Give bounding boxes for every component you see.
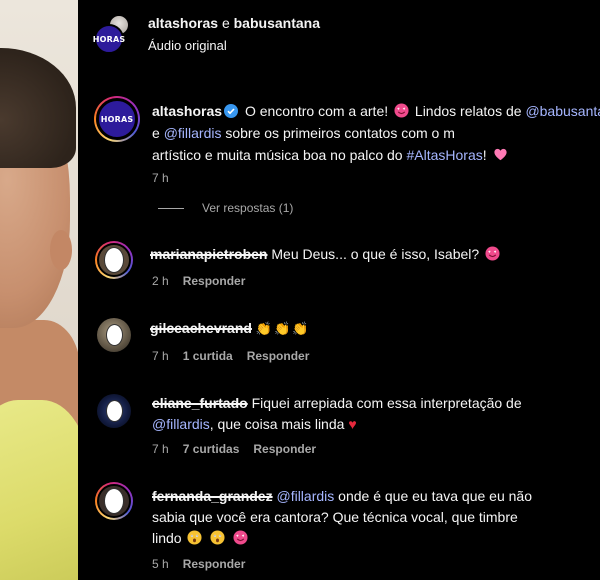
view-replies-label: Ver respostas (1)	[202, 201, 294, 215]
comment-username[interactable]: fernanda_grandez	[152, 488, 273, 504]
author-link[interactable]: altashoras	[148, 15, 218, 31]
comment-text: lindo	[152, 530, 182, 546]
comment-body: marianapietroben Meu Deus... o que é iss…	[150, 244, 502, 265]
comment-body: fernanda_grandez @fillardis onde é que e…	[152, 486, 600, 549]
avatar-redaction	[104, 247, 124, 273]
comment-mention[interactable]: @fillardis	[276, 488, 334, 504]
view-replies-button[interactable]: Ver respostas (1)	[158, 201, 293, 215]
altashoras-logo: HORAS	[92, 34, 126, 44]
avatar-redaction	[104, 488, 124, 514]
astonished-face-emoji-icon	[210, 530, 225, 545]
replies-divider	[158, 207, 184, 209]
caption-hashtag[interactable]: #AltasHoras	[406, 147, 482, 163]
coauthor-link[interactable]: babusantana	[234, 15, 320, 31]
caption-username[interactable]: altashoras	[152, 103, 222, 119]
caption-text: artístico e muita música boa no palco do	[152, 147, 403, 163]
authors-conjunction: e	[221, 15, 230, 31]
caption-avatar[interactable]: HORAS	[94, 96, 140, 142]
reply-button[interactable]: Responder	[253, 442, 316, 456]
post-authors: altashoras e babusantana	[148, 15, 320, 31]
likes-count[interactable]: 7 curtidas	[183, 442, 240, 456]
comment-avatar[interactable]	[97, 318, 131, 352]
caption-meta: 7 h	[152, 171, 169, 185]
reply-button[interactable]: Responder	[183, 274, 246, 288]
caption-mention[interactable]: @fillardis	[164, 125, 222, 141]
caption-time: 7 h	[152, 171, 169, 185]
comment-body: gilceachevrand 👏 👏 👏	[150, 318, 310, 339]
audio-link[interactable]: Áudio original	[148, 38, 227, 53]
avatar-redaction	[105, 400, 123, 422]
clapping-hands-emoji-icon: 👏	[292, 321, 309, 336]
reply-button[interactable]: Responder	[183, 557, 246, 571]
post-caption: altashoras O encontro com a arte! Lindos…	[152, 100, 600, 166]
comments-panel: HORAS altashoras e babusantana Áudio ori…	[78, 0, 600, 580]
smiling-heart-eyes-emoji-icon	[233, 530, 248, 545]
clapping-hands-emoji-icon: 👏	[274, 321, 291, 336]
video-frame[interactable]	[0, 0, 78, 580]
comment-time: 2 h	[152, 274, 169, 288]
avatar-redaction	[105, 324, 123, 346]
comment-avatar[interactable]	[95, 482, 133, 520]
caption-text: O encontro com a arte!	[244, 103, 389, 119]
altashoras-logo: HORAS	[100, 114, 134, 124]
comment-username[interactable]: gilceachevrand	[150, 320, 252, 336]
verified-badge-icon	[224, 104, 239, 118]
comment-meta: 2 h Responder	[152, 274, 245, 288]
comment-time: 7 h	[152, 442, 169, 456]
comment-username[interactable]: marianapietroben	[150, 246, 267, 262]
photo-shirt	[0, 400, 78, 580]
comment-avatar[interactable]	[95, 241, 133, 279]
photo-hair	[0, 48, 76, 168]
smiling-heart-eyes-emoji-icon	[485, 246, 500, 261]
red-heart-emoji-icon: ♥	[348, 416, 357, 432]
comment-meta: 7 h 7 curtidas Responder	[152, 442, 316, 456]
photo-ear	[50, 230, 72, 270]
clapping-hands-emoji-icon: 👏	[255, 321, 273, 336]
caption-mention[interactable]: @babusantana	[525, 103, 600, 119]
comment-body: eliane_furtado Fiquei arrepiada com essa…	[152, 393, 600, 435]
comment-text: sabia que você era cantora? Que técnica …	[152, 509, 518, 525]
likes-count[interactable]: 1 curtida	[183, 349, 233, 363]
post-header: HORAS altashoras e babusantana Áudio ori…	[78, 0, 600, 70]
comment-mention[interactable]: @fillardis	[152, 416, 210, 432]
pink-heart-emoji-icon	[493, 148, 507, 161]
comment-meta: 5 h Responder	[152, 557, 245, 571]
smiling-heart-eyes-emoji-icon	[394, 103, 409, 118]
comment-meta: 7 h 1 curtida Responder	[152, 349, 309, 363]
caption-text: e	[152, 125, 160, 141]
comment-time: 7 h	[152, 349, 169, 363]
caption-text: !	[482, 147, 487, 163]
altashoras-avatar[interactable]: HORAS	[92, 24, 126, 54]
comment-time: 5 h	[152, 557, 169, 571]
comment-text: onde é que eu tava que eu não	[338, 488, 532, 504]
comment-avatar[interactable]	[97, 394, 131, 428]
comment-username[interactable]: eliane_furtado	[152, 395, 248, 411]
comment-text: , que coisa mais linda	[209, 416, 345, 432]
reply-button[interactable]: Responder	[247, 349, 310, 363]
header-avatars[interactable]: HORAS	[92, 14, 136, 56]
comment-text: Fiquei arrepiada com essa interpretação …	[251, 395, 522, 411]
caption-text: Lindos relatos de	[414, 103, 522, 119]
caption-text: sobre os primeiros contatos com o m	[225, 125, 455, 141]
astonished-face-emoji-icon	[187, 530, 203, 545]
comment-text: Meu Deus... o que é isso, Isabel?	[271, 246, 480, 262]
